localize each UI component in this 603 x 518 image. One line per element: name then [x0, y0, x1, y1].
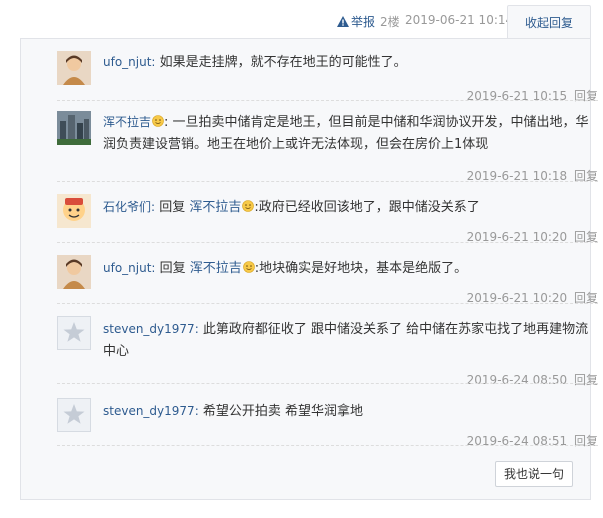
divider	[57, 303, 598, 304]
reply-word: 回复	[159, 200, 186, 215]
reply-item: ufo_njut: 如果是走挂牌，就不存在地王的可能性了。 2019-6-21 …	[57, 51, 598, 105]
post-header: 举报 2楼 2019-06-21 10:14 收起回复	[0, 0, 603, 39]
reply-meta: 2019-6-21 10:15 回复	[467, 87, 598, 104]
replies-panel: ufo_njut: 如果是走挂牌，就不存在地王的可能性了。 2019-6-21 …	[20, 38, 598, 500]
divider	[57, 100, 598, 101]
report-link[interactable]: 举报	[337, 13, 375, 30]
reply-button[interactable]: 回复	[574, 373, 598, 387]
reply-item: steven_dy1977: 希望公开拍卖 希望华润拿地 2019-6-24 0…	[57, 398, 598, 448]
divider	[57, 383, 598, 384]
reply-username[interactable]: 石化爷们:	[103, 200, 155, 214]
collapse-replies-button[interactable]: 收起回复	[507, 5, 591, 39]
reply-content: 浑不拉吉: 一旦拍卖中储肯定是地王，但目前是中储和华润协议开发，中储出地，华润负…	[103, 111, 598, 156]
reply-username[interactable]: ufo_njut:	[103, 55, 155, 69]
reply-item: steven_dy1977: 此第政府都征收了 跟中储没关系了 给中储在苏家屯找…	[57, 316, 598, 387]
post-time: 2019-06-21 10:14	[405, 13, 514, 27]
say-something-button[interactable]: 我也说一句	[495, 461, 573, 487]
reply-username[interactable]: steven_dy1977:	[103, 404, 199, 418]
avatar[interactable]	[57, 398, 91, 432]
reply-content: 石化爷们: 回复 浑不拉吉 :政府已经收回该地了，跟中储没关系了	[103, 196, 598, 219]
avatar[interactable]	[57, 111, 91, 145]
reply-word: 回复	[159, 261, 186, 276]
reply-text: :地块确实是好地块，基本是绝版了。	[254, 261, 468, 276]
avatar[interactable]	[57, 255, 91, 289]
reply-item: 浑不拉吉: 一旦拍卖中储肯定是地王，但目前是中储和华润协议开发，中储出地，华润负…	[57, 111, 598, 183]
divider	[57, 181, 598, 182]
reply-content: steven_dy1977: 此第政府都征收了 跟中储没关系了 给中储在苏家屯找…	[103, 318, 598, 363]
reply-meta: 2019-6-24 08:51 回复	[467, 432, 598, 449]
reply-content: ufo_njut: 回复 浑不拉吉 :地块确实是好地块，基本是绝版了。	[103, 257, 598, 280]
reply-text: 如果是走挂牌，就不存在地王的可能性了。	[159, 55, 407, 70]
reply-meta: 2019-6-24 08:50 回复	[467, 371, 598, 388]
divider	[57, 445, 598, 446]
reply-content: steven_dy1977: 希望公开拍卖 希望华润拿地	[103, 400, 598, 423]
smile-emoji-icon	[152, 115, 164, 127]
reply-text: :政府已经收回该地了，跟中储没关系了	[254, 200, 480, 215]
floor-number: 2楼	[380, 15, 400, 29]
reply-text: : 一旦拍卖中储肯定是地王，但目前是中储和华润协议开发，中储出地，华润负责建设营…	[103, 115, 589, 152]
smile-emoji-icon	[242, 261, 255, 273]
reply-content: ufo_njut: 如果是走挂牌，就不存在地王的可能性了。	[103, 51, 598, 74]
warning-icon	[337, 16, 349, 27]
reply-item: ufo_njut: 回复 浑不拉吉:地块确实是好地块，基本是绝版了。 2019-…	[57, 255, 598, 305]
divider	[57, 242, 598, 243]
smile-emoji-icon	[242, 200, 255, 212]
reply-time: 2019-6-24 08:50	[466, 373, 568, 387]
avatar[interactable]	[57, 194, 91, 228]
mentioned-user[interactable]: 浑不拉吉	[189, 200, 241, 215]
mentioned-user[interactable]: 浑不拉吉	[190, 261, 242, 276]
reply-username[interactable]: 浑不拉吉	[103, 115, 151, 129]
reply-item: 石化爷们: 回复 浑不拉吉:政府已经收回该地了，跟中储没关系了 2019-6-2…	[57, 194, 598, 244]
avatar[interactable]	[57, 51, 91, 85]
report-label[interactable]: 举报	[351, 13, 375, 30]
avatar[interactable]	[57, 316, 91, 350]
reply-username[interactable]: steven_dy1977:	[103, 322, 199, 336]
reply-text: 希望公开拍卖 希望华润拿地	[202, 404, 364, 419]
reply-username[interactable]: ufo_njut:	[103, 261, 155, 275]
